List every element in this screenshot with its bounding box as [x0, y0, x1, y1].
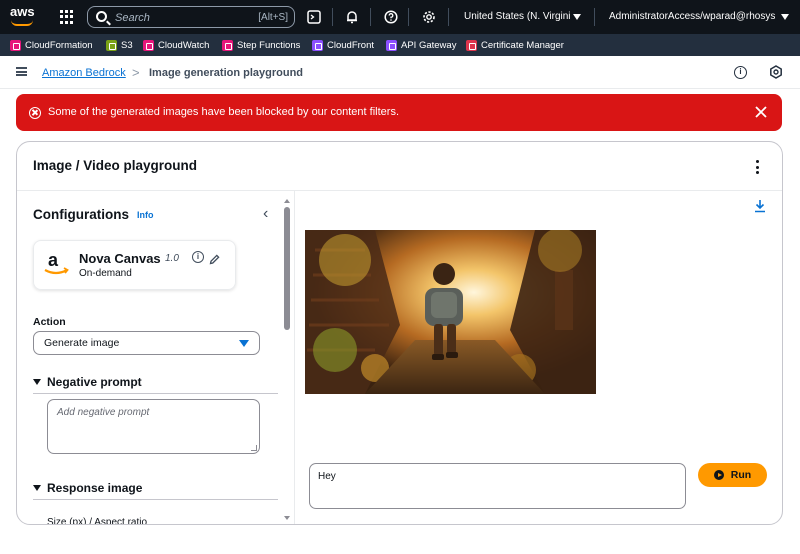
search-icon — [96, 11, 107, 22]
aws-smile-icon — [11, 20, 33, 26]
page-title: Image / Video playground — [33, 158, 198, 173]
account-caret-icon — [781, 14, 789, 20]
amazon-logo-icon: a — [41, 249, 71, 279]
negative-prompt-input[interactable]: Add negative prompt — [47, 399, 260, 454]
cloudformation-icon — [10, 39, 21, 51]
favorite-s3[interactable]: S3 — [106, 38, 133, 52]
response-image-heading: Response image — [47, 481, 143, 495]
model-info-icon[interactable]: i — [192, 251, 204, 263]
error-flash-banner: Some of the generated images have been b… — [16, 94, 782, 131]
scroll-down-icon[interactable] — [284, 516, 290, 520]
search-input[interactable]: Search [Alt+S] — [87, 6, 295, 28]
nav-separator — [370, 8, 371, 26]
favorite-api-gateway[interactable]: API Gateway — [386, 38, 456, 52]
cloudfront-icon — [312, 39, 323, 51]
region-caret-icon — [573, 14, 581, 20]
help-icon[interactable] — [382, 8, 400, 26]
s3-icon — [106, 39, 117, 51]
menu-hamburger-icon[interactable] — [16, 67, 27, 76]
nav-separator — [332, 8, 333, 26]
prompt-input[interactable]: Hey — [309, 463, 686, 509]
favorite-cloudformation[interactable]: CloudFormation — [10, 38, 93, 52]
response-image-toggle[interactable]: Response image — [33, 481, 142, 495]
scroll-up-icon[interactable] — [284, 199, 290, 203]
favorite-cloudwatch[interactable]: CloudWatch — [143, 38, 209, 52]
action-select[interactable]: Generate image — [33, 331, 260, 355]
negative-prompt-heading: Negative prompt — [47, 375, 142, 389]
model-card: a Nova Canvas 1.0 On-demand i — [33, 240, 236, 290]
dismiss-close-icon[interactable] — [754, 103, 768, 121]
aws-logo[interactable]: aws — [10, 4, 36, 28]
favorite-label: Step Functions — [237, 39, 301, 51]
run-label: Run — [730, 469, 752, 481]
favorite-label: CloudFront — [327, 39, 374, 51]
favorites-bar: CloudFormation S3 CloudWatch Step Functi… — [0, 34, 800, 56]
breadcrumb-current: Image generation playground — [149, 67, 304, 79]
negative-prompt-toggle[interactable]: Negative prompt — [33, 375, 142, 389]
search-shortcut: [Alt+S] — [258, 12, 288, 23]
favorite-label: API Gateway — [401, 39, 457, 51]
nav-separator — [408, 8, 409, 26]
panel-divider — [294, 191, 295, 524]
info-panel-icon[interactable]: i — [734, 66, 747, 79]
collapse-chevron-icon[interactable]: ‹ — [263, 206, 268, 222]
generated-image[interactable] — [305, 230, 596, 394]
favorite-label: Certificate Manager — [481, 39, 564, 51]
search-placeholder: Search — [115, 12, 150, 24]
error-x-circle-icon — [29, 107, 41, 119]
resize-grip-icon[interactable] — [251, 445, 257, 451]
configurations-panel: Configurations Info ‹ a Nova Canvas 1.0 … — [17, 191, 293, 525]
run-button[interactable]: Run — [698, 463, 767, 487]
api-gateway-icon — [386, 39, 397, 51]
section-divider — [33, 393, 278, 394]
prompt-value: Hey — [318, 471, 336, 482]
caret-down-icon — [239, 340, 249, 347]
bell-icon[interactable] — [343, 8, 361, 26]
settings-gear-icon[interactable] — [420, 8, 438, 26]
section-divider — [33, 499, 278, 500]
negative-prompt-placeholder: Add negative prompt — [57, 407, 150, 418]
favorite-step-functions[interactable]: Step Functions — [222, 38, 300, 52]
action-select-value: Generate image — [44, 337, 120, 349]
info-link[interactable]: Info — [137, 210, 154, 220]
download-icon[interactable] — [754, 199, 766, 213]
model-version: 1.0 — [165, 253, 179, 264]
aws-logo-text: aws — [10, 4, 35, 19]
edit-pencil-icon[interactable] — [209, 252, 220, 265]
expand-triangle-icon — [33, 379, 41, 385]
certificate-manager-icon — [466, 39, 477, 51]
expand-triangle-icon — [33, 485, 41, 491]
action-label: Action — [33, 316, 66, 328]
region-selector[interactable]: United States (N. Virgini — [464, 11, 571, 22]
favorite-cloudfront[interactable]: CloudFront — [312, 38, 374, 52]
account-menu[interactable]: AdministratorAccess/wparad@rhosys.c — [609, 11, 775, 22]
favorite-label: CloudWatch — [158, 39, 210, 51]
scroll-thumb[interactable] — [284, 207, 290, 330]
more-actions-icon[interactable] — [756, 160, 760, 174]
hexagon-settings-icon[interactable] — [769, 65, 783, 84]
breadcrumb-bar: Amazon Bedrock > Image generation playgr… — [0, 56, 800, 89]
favorite-certificate-manager[interactable]: Certificate Manager — [466, 38, 564, 52]
favorite-label: S3 — [121, 39, 133, 51]
breadcrumb-separator-icon: > — [132, 65, 140, 80]
model-throughput: On-demand — [79, 268, 132, 279]
play-icon — [713, 470, 724, 480]
step-functions-icon — [222, 39, 233, 51]
config-scrollbar[interactable] — [283, 195, 291, 524]
top-navigation: aws Search [Alt+S] United States (N. Vir… — [0, 0, 800, 34]
breadcrumb-amazon-bedrock[interactable]: Amazon Bedrock — [42, 67, 126, 79]
flash-message: Some of the generated images have been b… — [48, 106, 399, 118]
favorite-label: CloudFormation — [25, 39, 93, 51]
model-name: Nova Canvas — [79, 251, 161, 266]
nav-separator — [448, 8, 449, 26]
cloudshell-icon[interactable] — [305, 8, 323, 26]
configurations-heading: Configurations — [33, 207, 129, 222]
services-grid-icon[interactable] — [60, 10, 74, 24]
svg-text:a: a — [48, 250, 59, 270]
cloudwatch-icon — [143, 39, 154, 51]
size-aspect-label: Size (px) / Aspect ratio — [47, 517, 148, 525]
playground-container: Image / Video playground Configurations … — [16, 141, 783, 525]
nav-separator — [594, 8, 595, 26]
